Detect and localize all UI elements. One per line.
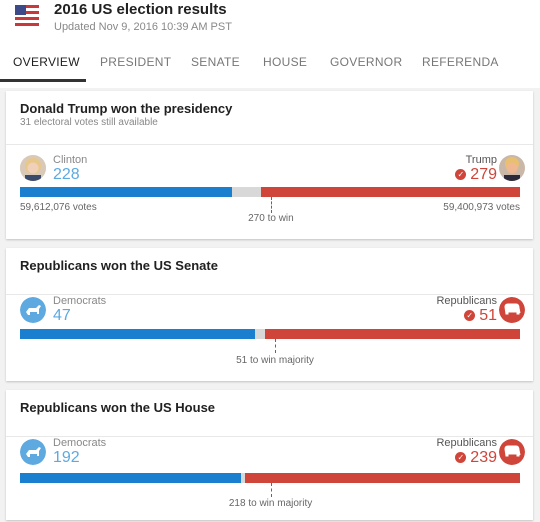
senate-results-bar xyxy=(20,329,520,339)
clinton-avatar xyxy=(20,155,46,181)
president-results-bar xyxy=(20,187,520,197)
house-results-bar xyxy=(20,473,520,483)
senate-card-header: Republicans won the US Senate xyxy=(6,248,533,295)
remaining-bar-segment xyxy=(255,329,265,339)
us-flag-icon xyxy=(15,5,39,26)
updated-timestamp: Updated Nov 9, 2016 10:39 AM PST xyxy=(54,21,232,33)
app-header: 2016 US election results Updated Nov 9, … xyxy=(0,0,540,88)
threshold-marker xyxy=(270,197,272,213)
active-tab-indicator xyxy=(0,79,86,82)
clinton-electoral-votes: 228 xyxy=(53,166,80,183)
president-card-body: Clinton 228 Trump ✓ 279 59,612,076 votes … xyxy=(6,145,533,238)
rep-bar-segment xyxy=(265,329,520,339)
republicans-seats: ✓ 51 xyxy=(464,307,497,325)
rep-bar-segment xyxy=(260,187,520,197)
threshold-marker xyxy=(275,339,276,353)
democrats-seats: 47 xyxy=(53,307,71,324)
senate-card[interactable]: Republicans won the US Senate Democrats … xyxy=(6,248,533,381)
democrat-donkey-icon xyxy=(20,439,46,465)
dem-bar-segment xyxy=(20,187,232,197)
page-title: 2016 US election results xyxy=(54,1,227,18)
winner-check-icon: ✓ xyxy=(464,310,476,321)
threshold-label: 218 to win majority xyxy=(228,498,313,509)
president-card-header: Donald Trump won the presidency 31 elect… xyxy=(6,91,533,145)
remaining-bar-segment xyxy=(231,187,261,197)
tab-overview[interactable]: OVERVIEW xyxy=(13,46,80,82)
house-card[interactable]: Republicans won the US House Democrats 1… xyxy=(6,390,533,520)
winner-check-icon: ✓ xyxy=(455,169,467,180)
republican-elephant-icon xyxy=(499,439,525,465)
democrat-donkey-icon xyxy=(20,297,46,323)
trump-popular-votes: 59,400,973 votes xyxy=(443,202,520,213)
republicans-seats: ✓ 239 xyxy=(455,449,497,467)
house-card-title: Republicans won the US House xyxy=(20,400,216,415)
trump-avatar xyxy=(499,155,525,181)
threshold-marker xyxy=(270,483,272,497)
democrats-label: Democrats xyxy=(53,437,107,449)
clinton-popular-votes: 59,612,076 votes xyxy=(20,202,97,213)
threshold-label: 51 to win majority xyxy=(236,355,314,366)
tab-president[interactable]: PRESIDENT xyxy=(100,46,171,82)
tab-referenda[interactable]: REFERENDA xyxy=(422,46,499,82)
threshold-label: 270 to win xyxy=(248,213,294,224)
republicans-label: Republicans xyxy=(436,295,497,307)
tab-governor[interactable]: GOVERNOR xyxy=(330,46,402,82)
tab-house[interactable]: HOUSE xyxy=(263,46,307,82)
tab-bar: OVERVIEW PRESIDENT SENATE HOUSE GOVERNOR… xyxy=(0,46,540,82)
house-card-header: Republicans won the US House xyxy=(6,390,533,437)
dem-bar-segment xyxy=(20,473,241,483)
president-card-title: Donald Trump won the presidency xyxy=(20,101,233,116)
democrats-label: Democrats xyxy=(53,295,107,307)
senate-card-title: Republicans won the US Senate xyxy=(20,258,218,273)
winner-check-icon: ✓ xyxy=(455,452,467,463)
democrats-seats: 192 xyxy=(53,449,80,466)
tab-senate[interactable]: SENATE xyxy=(191,46,240,82)
clinton-name: Clinton xyxy=(53,154,88,166)
trump-electoral-votes: ✓ 279 xyxy=(455,166,497,184)
dem-bar-segment xyxy=(20,329,255,339)
president-card-subtitle: 31 electoral votes still available xyxy=(20,117,158,128)
senate-card-body: Democrats 47 Republicans ✓ 51 51 to win m… xyxy=(6,295,533,380)
republican-elephant-icon xyxy=(499,297,525,323)
trump-name: Trump xyxy=(465,154,497,166)
house-card-body: Democrats 192 Republicans ✓ 239 218 to wi… xyxy=(6,437,533,522)
president-card[interactable]: Donald Trump won the presidency 31 elect… xyxy=(6,91,533,239)
rep-bar-segment xyxy=(245,473,520,483)
republicans-label: Republicans xyxy=(436,437,497,449)
